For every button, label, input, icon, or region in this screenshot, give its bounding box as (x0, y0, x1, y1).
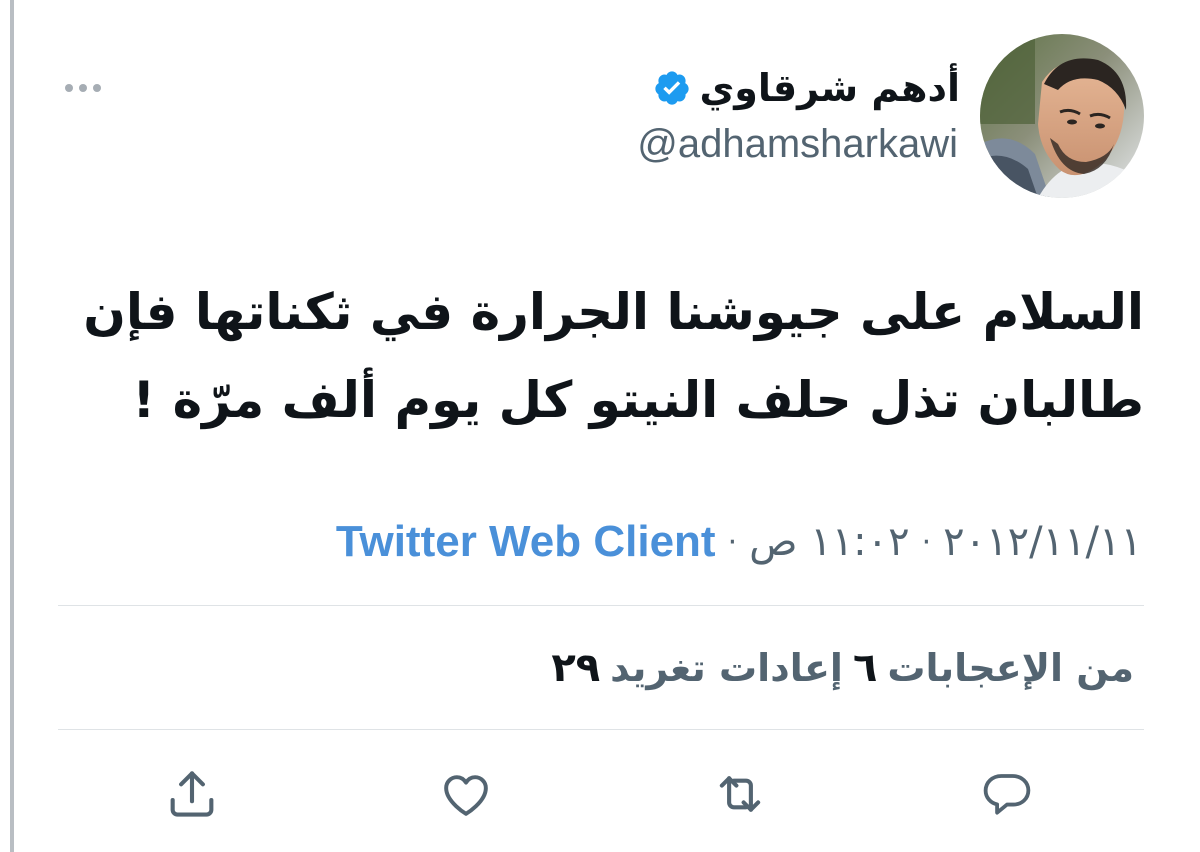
heart-icon (444, 775, 488, 816)
reply-button[interactable] (977, 764, 1037, 824)
retweet-button[interactable] (710, 764, 770, 824)
share-button[interactable] (162, 764, 222, 824)
tweet-text-line: طالبان تذل حلف النيتو كل يوم ألف مرّة ! (132, 371, 1144, 429)
source-link[interactable]: Twitter Web Client (336, 517, 716, 567)
share-icon (170, 771, 214, 817)
likes-stat[interactable]: ٦ من الإعجابات (853, 645, 1134, 691)
retweets-label: إعادات تغريد (610, 646, 843, 690)
username[interactable]: @adhamsharkawi (637, 122, 958, 167)
reply-icon (983, 774, 1031, 815)
likes-count: ٦ (852, 645, 878, 691)
display-name[interactable]: أدهم شرقاوي (699, 66, 960, 110)
like-button[interactable] (436, 764, 496, 824)
author-name-row[interactable]: أدهم شرقاوي (653, 58, 960, 118)
avatar[interactable] (980, 34, 1144, 198)
tweet-text-line: السلام على جيوشنا الجرارة في ثكناتها فإن (83, 283, 1144, 341)
thread-line (10, 0, 14, 852)
engagement-stats: ٢٩ إعادات تغريد ٦ من الإعجابات (551, 640, 1142, 696)
meta-separator: · (727, 524, 738, 560)
more-dots-icon (65, 84, 101, 92)
tweet-meta: ٢٠١٢/١١/١١ · ١١:٠٢ ص · Twitter Web Clien… (336, 512, 1142, 572)
retweet-icon (719, 776, 761, 812)
verified-badge-icon (655, 71, 690, 105)
retweets-stat[interactable]: ٢٩ إعادات تغريد (551, 645, 843, 691)
more-options-button[interactable] (60, 70, 106, 106)
divider (58, 605, 1144, 606)
tweet-date[interactable]: ٢٠١٢/١١/١١ (943, 519, 1142, 565)
meta-separator: · (921, 524, 932, 560)
likes-label: من الإعجابات (887, 646, 1134, 690)
tweet-time[interactable]: ١١:٠٢ ص (749, 519, 910, 565)
divider (58, 729, 1144, 730)
retweets-count: ٢٩ (551, 645, 601, 691)
tweet-text: السلام على جيوشنا الجرارة في ثكناتها فإن… (64, 268, 1144, 444)
avatar-image (980, 34, 1144, 198)
